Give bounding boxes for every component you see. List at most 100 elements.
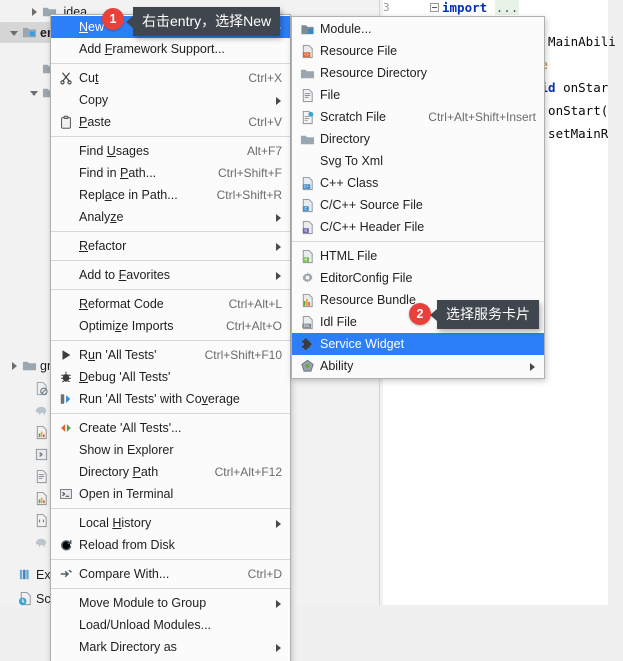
menu-item-label: Add to Favorites <box>79 268 171 282</box>
menu-item-shortcut: Ctrl+Alt+L <box>228 297 282 311</box>
menu-item-analyze[interactable]: Analyze <box>51 206 290 228</box>
blank-icon <box>300 154 315 169</box>
menu-item-label: Copy <box>79 93 109 107</box>
menu-item-show-in-explorer[interactable]: Show in Explorer <box>51 439 290 461</box>
compare-icon <box>59 567 74 582</box>
menu-item-label: Service Widget <box>320 337 405 351</box>
debug-icon <box>59 370 74 385</box>
menu-item-shortcut: Ctrl+D <box>247 567 282 581</box>
menu-separator <box>51 340 290 341</box>
new-item-resource-file[interactable]: <> Resource File <box>292 40 544 62</box>
h-header-icon: H <box>300 220 315 235</box>
new-item-module[interactable]: Module... <box>292 18 544 40</box>
menu-item-load-unload-modules[interactable]: Load/Unload Modules... <box>51 614 290 636</box>
menu-item-label: Compare With... <box>79 567 170 581</box>
svg-text:C: C <box>304 206 307 212</box>
menu-item-label: Reload from Disk <box>79 538 175 552</box>
menu-item-replace-in-path[interactable]: Replace in Path... Ctrl+Shift+R <box>51 184 290 206</box>
ignored-file-icon <box>34 381 49 396</box>
terminal-icon <box>59 487 74 502</box>
script-icon <box>34 447 49 462</box>
menu-item-debug-all-tests[interactable]: Debug 'All Tests' <box>51 366 290 388</box>
menu-item-label: Ability <box>320 359 354 373</box>
menu-item-move-module-to-group[interactable]: Move Module to Group <box>51 592 290 614</box>
menu-item-reload-from-disk[interactable]: Reload from Disk <box>51 534 290 556</box>
screenshot-root: 3 import ... : MainAbili le oid onStar r… <box>0 0 623 661</box>
menu-item-paste[interactable]: Paste Ctrl+V <box>51 111 290 133</box>
menu-item-add-framework-support[interactable]: Add Framework Support... <box>51 38 290 60</box>
new-item-service-widget[interactable]: Service Widget <box>292 333 544 355</box>
new-item-editorconfig-file[interactable]: EditorConfig File <box>292 267 544 289</box>
new-item-svg-to-xml[interactable]: Svg To Xml <box>292 150 544 172</box>
menu-item-copy[interactable]: Copy <box>51 89 290 111</box>
puzzle-icon <box>300 337 315 352</box>
folder-icon <box>300 132 315 147</box>
scratches-icon <box>18 591 33 606</box>
new-item-directory[interactable]: Directory <box>292 128 544 150</box>
menu-item-create-all-tests[interactable]: Create 'All Tests'... <box>51 417 290 439</box>
menu-item-label: Open in Terminal <box>79 487 174 501</box>
menu-separator <box>292 241 544 242</box>
menu-item-shortcut: Ctrl+Shift+F <box>217 166 282 180</box>
blank-icon <box>59 188 74 203</box>
code-fold-marker[interactable] <box>430 3 439 12</box>
blank-icon <box>59 297 74 312</box>
code-line-mainability: : MainAbili <box>533 34 616 49</box>
menu-item-optimize-imports[interactable]: Optimize Imports Ctrl+Alt+O <box>51 315 290 337</box>
blank-icon <box>59 210 74 225</box>
no-chevron <box>20 493 32 505</box>
chevron-right-icon[interactable] <box>8 360 20 372</box>
menu-item-mark-directory-as[interactable]: Mark Directory as <box>51 636 290 658</box>
menu-item-cut[interactable]: Cut Ctrl+X <box>51 67 290 89</box>
menu-item-run-all-tests[interactable]: Run 'All Tests' Ctrl+Shift+F10 <box>51 344 290 366</box>
no-chevron <box>20 449 32 461</box>
new-item-html-file[interactable]: H HTML File <box>292 245 544 267</box>
menu-item-label: File <box>320 88 341 102</box>
menu-item-reformat-code[interactable]: Reformat Code Ctrl+Alt+L <box>51 293 290 315</box>
new-item-resource-directory[interactable]: Resource Directory <box>292 62 544 84</box>
menu-item-add-to-favorites[interactable]: Add to Favorites <box>51 264 290 286</box>
menu-item-label: Run 'All Tests' <box>79 348 157 362</box>
menu-item-find-in-path[interactable]: Find in Path... Ctrl+Shift+F <box>51 162 290 184</box>
new-item-c-c-source-file[interactable]: C C/C++ Source File <box>292 194 544 216</box>
menu-item-directory-path[interactable]: Directory Path Ctrl+Alt+F12 <box>51 461 290 483</box>
blank-icon <box>59 443 74 458</box>
menu-item-label: Mark Directory as <box>79 640 177 654</box>
no-chevron <box>20 427 32 439</box>
blank-icon <box>59 465 74 480</box>
menu-item-open-in-terminal[interactable]: Open in Terminal <box>51 483 290 505</box>
new-item-c-c-header-file[interactable]: H C/C++ Header File <box>292 216 544 238</box>
chevron-down-icon[interactable] <box>8 27 20 39</box>
menu-item-label: Find Usages <box>79 144 150 158</box>
chevron-down-icon[interactable] <box>28 87 40 99</box>
menu-item-label: Move Module to Group <box>79 596 207 610</box>
new-item-scratch-file[interactable]: Scratch File Ctrl+Alt+Shift+Insert <box>292 106 544 128</box>
module-folder-icon <box>22 25 37 40</box>
menu-item-refactor[interactable]: Refactor <box>51 235 290 257</box>
no-chevron <box>20 537 32 549</box>
chevron-right-icon[interactable] <box>28 6 40 18</box>
menu-item-label: Resource File <box>320 44 398 58</box>
menu-item-label: Debug 'All Tests' <box>79 370 171 384</box>
menu-item-label: Show in Explorer <box>79 443 174 457</box>
menu-item-label: HTML File <box>320 249 378 263</box>
menu-item-find-usages[interactable]: Find Usages Alt+F7 <box>51 140 290 162</box>
menu-item-local-history[interactable]: Local History <box>51 512 290 534</box>
ability-icon <box>300 359 315 374</box>
blank-icon <box>59 516 74 531</box>
callout-2-badge: 2 <box>409 303 431 325</box>
external-libraries-icon <box>18 567 33 582</box>
cut-icon <box>59 71 74 86</box>
no-chevron <box>20 515 32 527</box>
menu-item-run-all-tests-with-coverage[interactable]: Run 'All Tests' with Coverage <box>51 388 290 410</box>
new-item-c-class[interactable]: C+ C++ Class <box>292 172 544 194</box>
menu-item-shortcut: Ctrl+X <box>248 71 282 85</box>
new-item-file[interactable]: File <box>292 84 544 106</box>
menu-item-compare-with[interactable]: Compare With... Ctrl+D <box>51 563 290 585</box>
blank-icon <box>59 596 74 611</box>
gradle-elephant-icon <box>34 403 49 418</box>
new-item-ability[interactable]: Ability <box>292 355 544 377</box>
blank-icon <box>59 268 74 283</box>
json-file-icon <box>34 513 49 528</box>
entry-context-menu[interactable]: New Add Framework Support... Cut Ctrl+X Copy… <box>50 14 291 661</box>
